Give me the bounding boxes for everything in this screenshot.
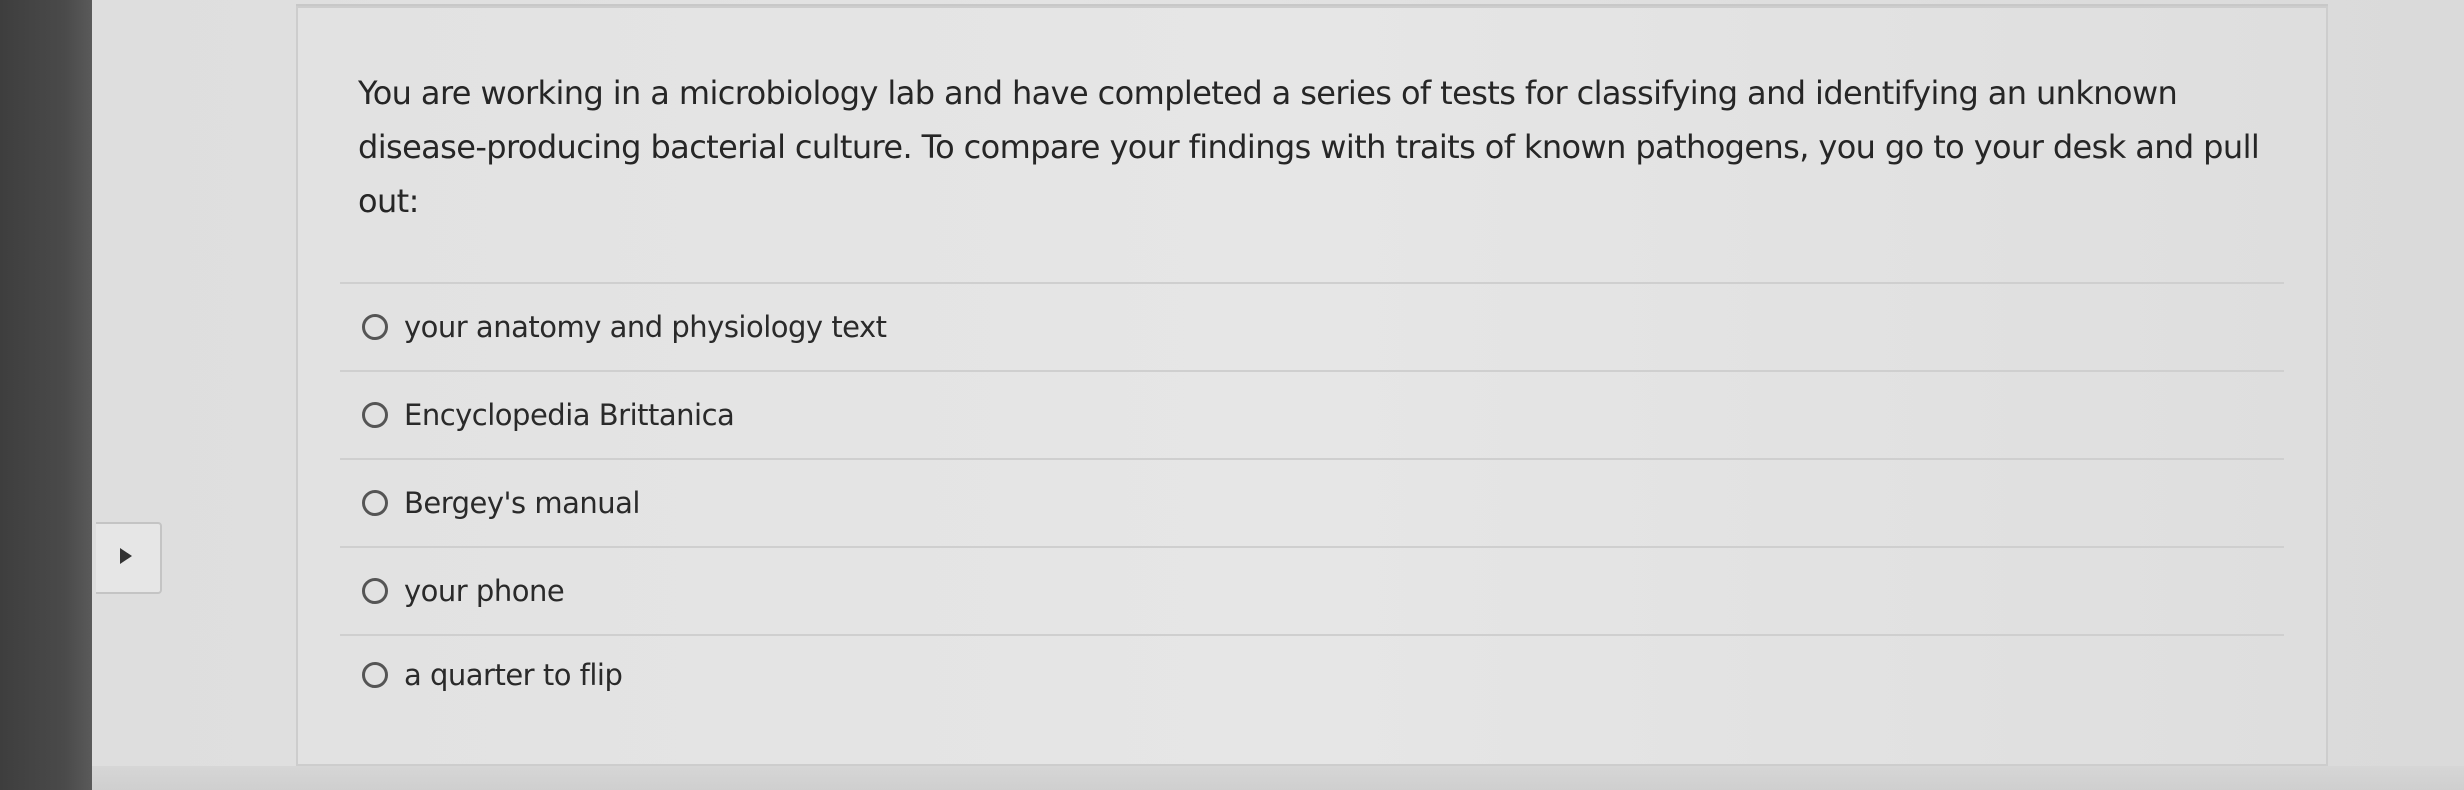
radio-unselected-icon[interactable] [362, 402, 388, 428]
side-panel-toggle-button[interactable] [96, 522, 162, 594]
option-label: a quarter to flip [404, 658, 623, 692]
option-encyclopedia[interactable]: Encyclopedia Brittanica [340, 370, 2284, 458]
radio-unselected-icon[interactable] [362, 314, 388, 340]
option-label: your anatomy and physiology text [404, 310, 887, 344]
option-label: Bergey's manual [404, 486, 640, 520]
radio-unselected-icon[interactable] [362, 490, 388, 516]
card-top-divider [296, 4, 2328, 6]
radio-unselected-icon[interactable] [362, 662, 388, 688]
option-label: Encyclopedia Brittanica [404, 398, 735, 432]
option-quarter-to-flip[interactable]: a quarter to flip [340, 634, 2284, 714]
option-bergeys-manual[interactable]: Bergey's manual [340, 458, 2284, 546]
left-sidebar-strip [0, 0, 92, 790]
bottom-edge [92, 766, 2464, 790]
option-label: your phone [404, 574, 565, 608]
question-text: You are working in a microbiology lab an… [358, 74, 2260, 220]
answer-options: your anatomy and physiology text Encyclo… [340, 282, 2284, 714]
play-arrow-icon [120, 548, 132, 564]
radio-unselected-icon[interactable] [362, 578, 388, 604]
option-anatomy-text[interactable]: your anatomy and physiology text [340, 282, 2284, 370]
option-your-phone[interactable]: your phone [340, 546, 2284, 634]
